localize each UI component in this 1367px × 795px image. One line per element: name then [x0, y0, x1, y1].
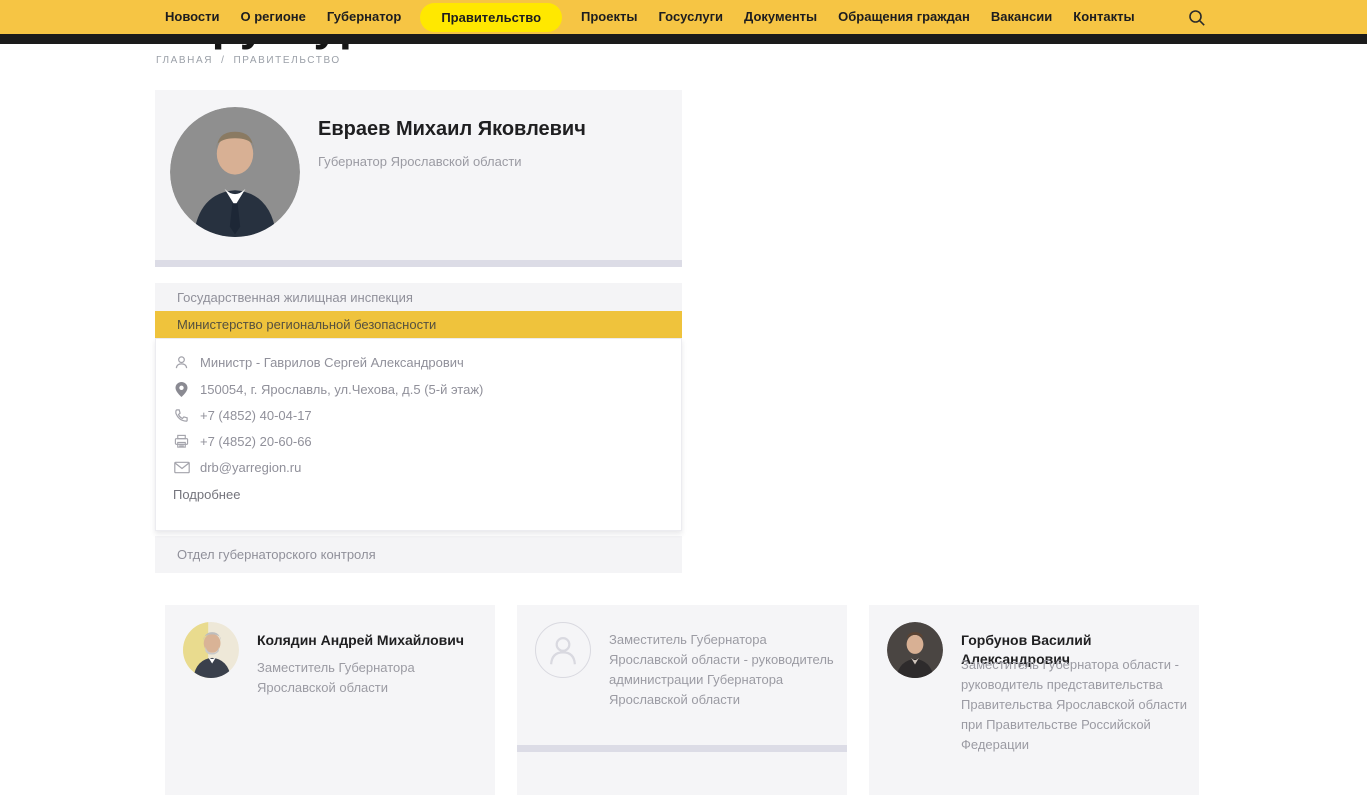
- nav-items: Новости О регионе Губернатор Правительст…: [0, 0, 1135, 34]
- gorbunov-position: Заместитель Губернатора области - руково…: [961, 657, 1187, 752]
- fax-text: +7 (4852) 20-60-66: [200, 434, 312, 449]
- governor-name: Евраев Михаил Яковлевич: [318, 118, 586, 140]
- minister-row: Министр - Гаврилов Сергей Александрович: [173, 354, 464, 371]
- nav-item-governor[interactable]: Губернатор: [327, 0, 401, 34]
- address-row: 150054, г. Ярославль, ул.Чехова, д.5 (5-…: [173, 381, 483, 398]
- official-card-kolyadin[interactable]: Колядин Андрей Михайлович Заместитель Гу…: [165, 605, 495, 795]
- dept-item-regional-security-active[interactable]: Министерство региональной безопасности: [155, 311, 682, 338]
- map-pin-icon: [173, 381, 190, 398]
- nav-item-vacancies[interactable]: Вакансии: [991, 0, 1052, 34]
- dept-details-panel: Министр - Гаврилов Сергей Александрович …: [155, 338, 682, 531]
- phone-icon: [173, 407, 190, 424]
- dept-item-housing-inspection[interactable]: Государственная жилищная инспекция: [155, 283, 682, 311]
- official-card-gorbunov[interactable]: Горбунов Василий Александрович Заместите…: [869, 605, 1199, 795]
- nav-item-services[interactable]: Госуслуги: [658, 0, 723, 34]
- phone-row[interactable]: +7 (4852) 40-04-17: [173, 407, 312, 424]
- email-row[interactable]: drb@yarregion.ru: [173, 459, 301, 476]
- official-card-vacant[interactable]: Заместитель Губернатора Ярославской обла…: [517, 605, 847, 795]
- dept-item-governor-control[interactable]: Отдел губернаторского контроля: [155, 536, 682, 573]
- dark-strip: [0, 33, 1367, 44]
- governor-position: Губернатор Ярославской области: [318, 154, 522, 169]
- gorbunov-photo: [887, 622, 943, 678]
- kolyadin-photo: [183, 622, 239, 678]
- phone-text: +7 (4852) 40-04-17: [200, 408, 312, 423]
- person-icon: [173, 354, 190, 371]
- email-text: drb@yarregion.ru: [200, 460, 302, 475]
- card-divider: [517, 745, 847, 752]
- breadcrumb-home[interactable]: ГЛАВНАЯ: [156, 55, 213, 66]
- governor-card: Евраев Михаил Яковлевич Губернатор Яросл…: [155, 90, 682, 260]
- breadcrumb: ГЛАВНАЯ / ПРАВИТЕЛЬСТВО: [156, 55, 341, 66]
- more-link[interactable]: Подробнее: [173, 487, 240, 502]
- kolyadin-name: Колядин Андрей Михайлович: [257, 632, 464, 648]
- envelope-icon: [173, 459, 190, 476]
- address-text: 150054, г. Ярославль, ул.Чехова, д.5 (5-…: [200, 382, 484, 397]
- nav-item-documents[interactable]: Документы: [744, 0, 817, 34]
- fax-icon: [173, 433, 190, 450]
- nav-item-news[interactable]: Новости: [165, 0, 220, 34]
- top-nav: Новости О регионе Губернатор Правительст…: [0, 0, 1367, 34]
- governor-photo: [170, 107, 300, 237]
- nav-item-government[interactable]: Правительство: [420, 2, 563, 32]
- fax-row[interactable]: +7 (4852) 20-60-66: [173, 433, 312, 450]
- placeholder-avatar-icon: [535, 622, 591, 678]
- breadcrumb-separator: /: [221, 55, 226, 66]
- kolyadin-position: Заместитель Губернатора Ярославской обла…: [257, 660, 415, 695]
- nav-item-projects[interactable]: Проекты: [581, 0, 637, 34]
- search-icon[interactable]: [1188, 9, 1206, 27]
- nav-item-contacts[interactable]: Контакты: [1073, 0, 1134, 34]
- nav-item-appeals[interactable]: Обращения граждан: [838, 0, 970, 34]
- vacant-position: Заместитель Губернатора Ярославской обла…: [609, 632, 834, 707]
- minister-text: Министр - Гаврилов Сергей Александрович: [200, 355, 464, 370]
- section-divider: [155, 260, 682, 267]
- nav-item-region[interactable]: О регионе: [241, 0, 306, 34]
- breadcrumb-current[interactable]: ПРАВИТЕЛЬСТВО: [233, 55, 340, 66]
